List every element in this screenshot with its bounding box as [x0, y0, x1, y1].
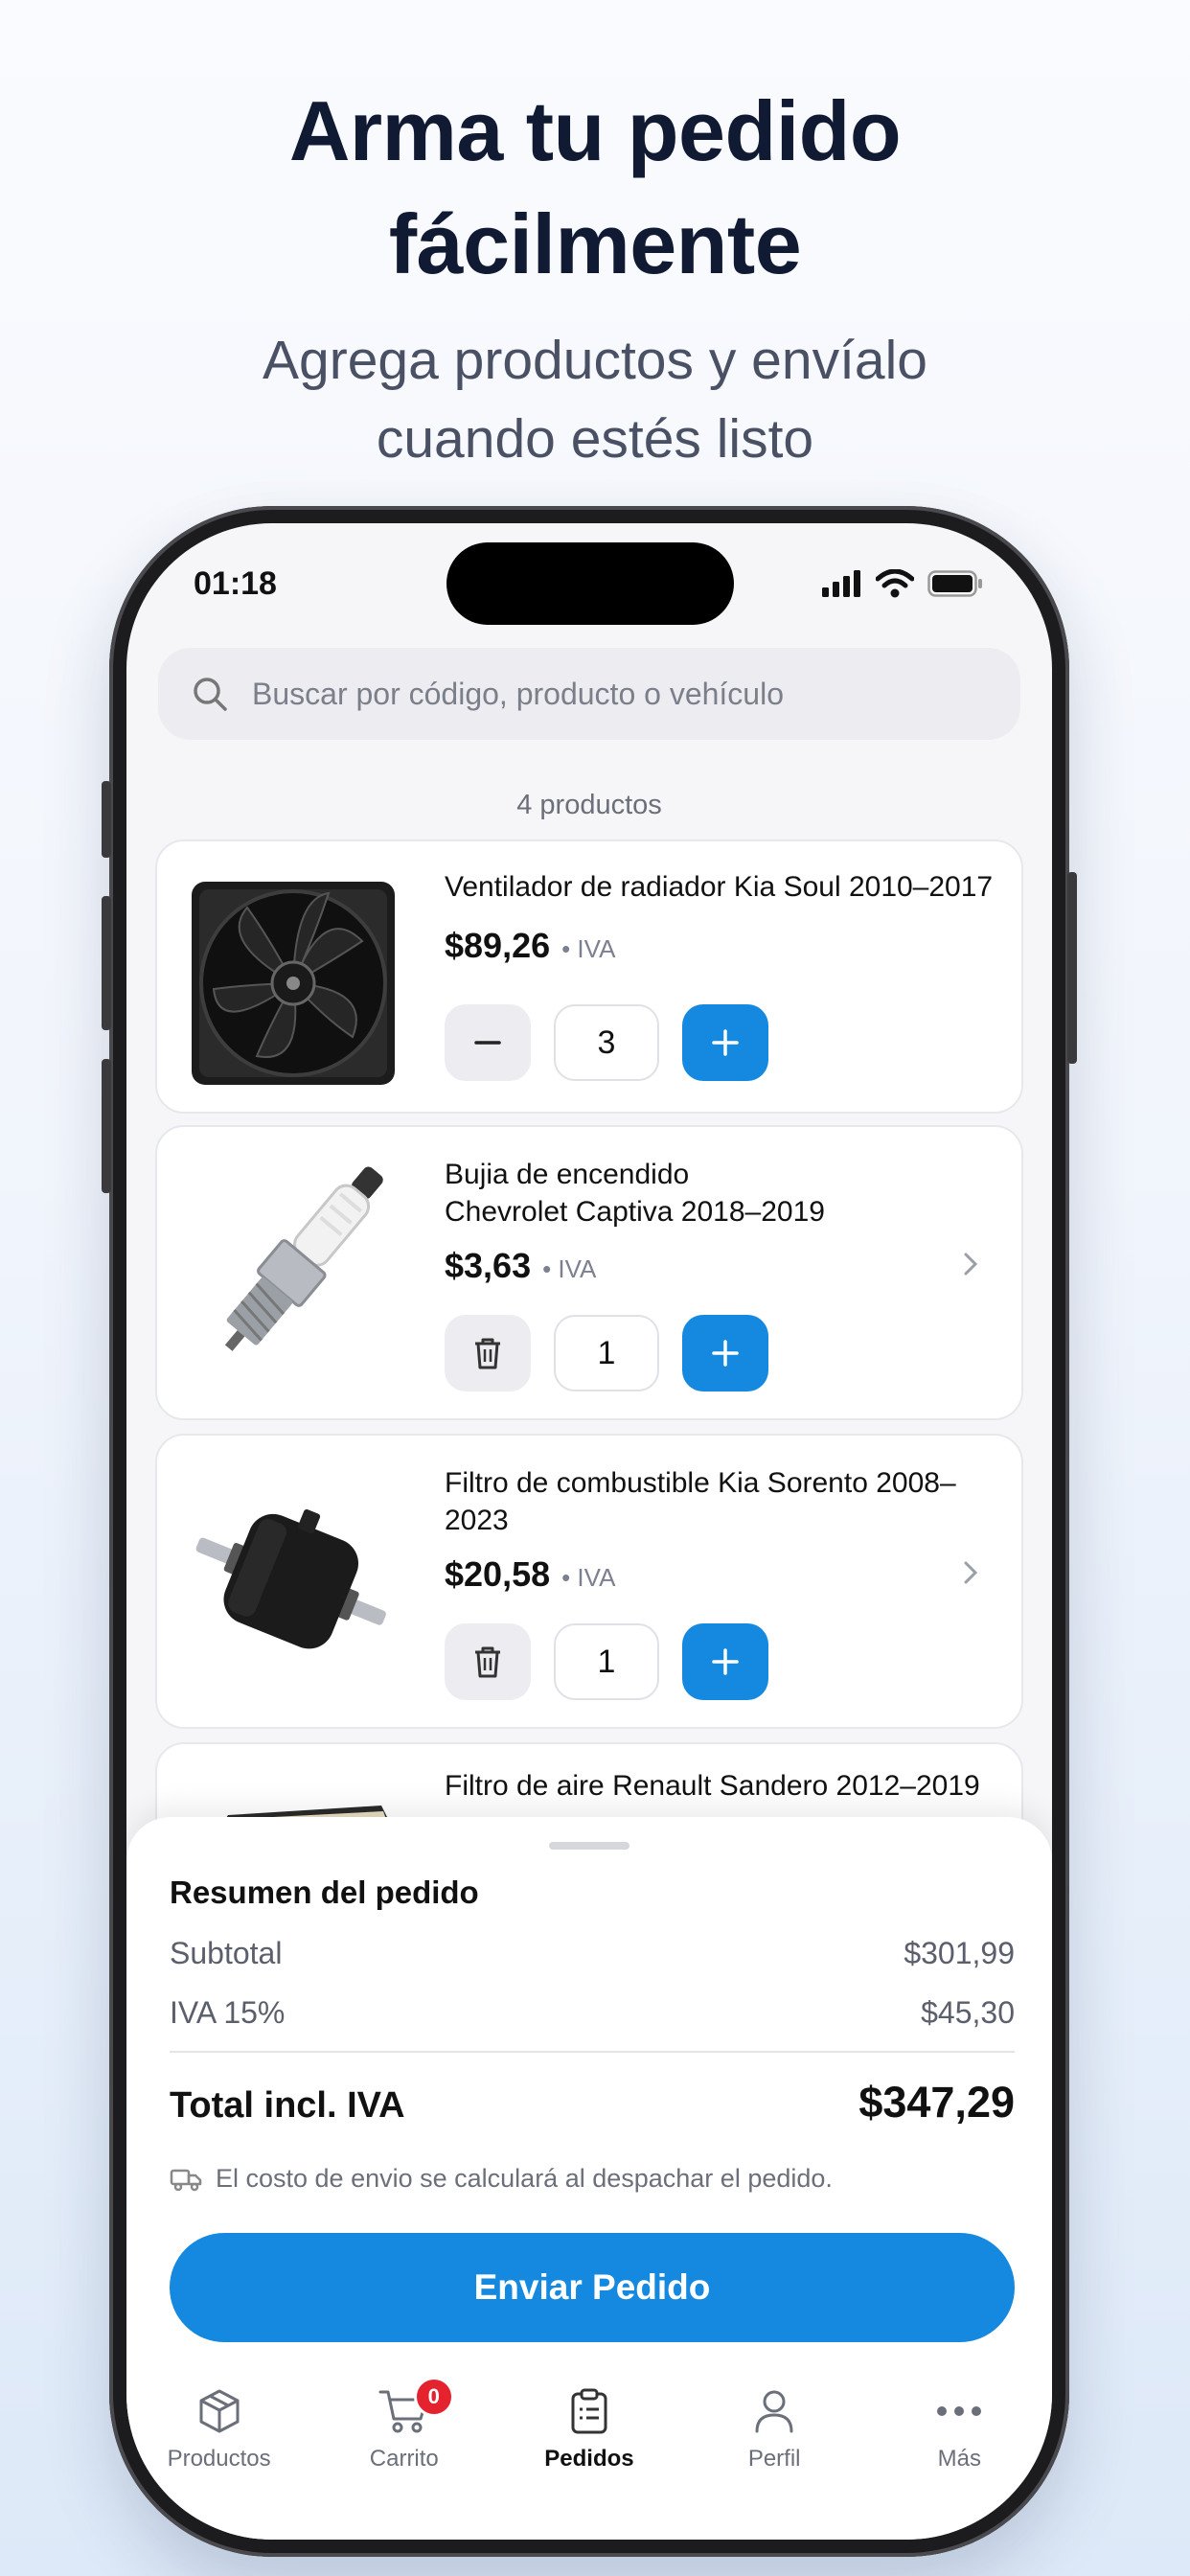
tax-label: IVA 15%	[170, 1995, 286, 2030]
status-bar: 01:18	[126, 523, 1052, 648]
plus-icon	[712, 1340, 739, 1367]
delete-button[interactable]	[445, 1315, 531, 1392]
product-name-line2: 2023	[445, 1505, 509, 1536]
tab-mas[interactable]: Más	[873, 2363, 1045, 2517]
summary-divider	[170, 2051, 1015, 2053]
product-card[interactable]: Bujia de encendido Chevrolet Captiva 201…	[155, 1125, 1023, 1420]
quantity-value[interactable]: 3	[554, 1004, 659, 1081]
increase-button[interactable]	[682, 1623, 768, 1700]
order-summary-sheet: Resumen del pedido Subtotal $301,99 IVA …	[126, 1817, 1052, 2540]
summary-title: Resumen del pedido	[170, 1874, 479, 1910]
send-order-button[interactable]: Enviar Pedido	[170, 2233, 1015, 2342]
product-name: Bujia de encendido Chevrolet Captiva 201…	[445, 1156, 825, 1230]
tax-row: IVA 15% $45,30	[170, 1995, 1015, 2031]
subtotal-row: Subtotal $301,99	[170, 1936, 1015, 1971]
search-icon	[194, 678, 227, 711]
total-label: Total incl. IVA	[170, 2085, 405, 2126]
battery-icon	[927, 570, 982, 597]
promo-subtitle-line2: cuando estés listo	[376, 408, 814, 470]
plus-icon	[712, 1029, 739, 1056]
quantity-stepper: 1	[445, 1623, 768, 1700]
spark-plug-image	[224, 1166, 383, 1351]
box-icon	[199, 2389, 240, 2433]
chevron-right-icon[interactable]	[958, 1560, 983, 1585]
decrease-button[interactable]	[445, 1004, 531, 1081]
shipping-note-text: El costo de envio se calculará al despac…	[216, 2164, 833, 2193]
promo-title: Arma tu pedido fácilmente	[0, 75, 1190, 301]
dynamic-island	[446, 542, 734, 625]
product-card[interactable]: Filtro de combustible Kia Sorento 2008– …	[155, 1434, 1023, 1729]
total-value: $347,29	[858, 2078, 1015, 2127]
product-name: Filtro de aire Renault Sandero 2012–2019	[445, 1770, 980, 1802]
wifi-icon	[876, 569, 914, 598]
radiator-fan-image	[192, 882, 395, 1085]
phone-volume-up	[102, 896, 111, 1030]
increase-button[interactable]	[682, 1315, 768, 1392]
product-price: $89,26	[445, 926, 551, 965]
minus-icon	[474, 1041, 501, 1045]
tab-pedidos[interactable]: Pedidos	[503, 2363, 675, 2517]
price-row: $3,63 • IVA	[445, 1246, 596, 1286]
total-row: Total incl. IVA $347,29	[170, 2078, 1015, 2128]
shipping-note: El costo de envio se calculará al despac…	[170, 2164, 833, 2194]
status-time: 01:18	[194, 565, 277, 602]
plus-icon	[712, 1648, 739, 1675]
product-name: Ventilador de radiador Kia Soul 2010–201…	[445, 871, 994, 903]
promo-subtitle: Agrega productos y envíalo cuando estés …	[0, 321, 1190, 478]
trash-icon	[475, 1646, 500, 1678]
promo-title-line2: fácilmente	[388, 196, 802, 291]
tab-label: Productos	[167, 2446, 271, 2472]
tax-label: • IVA	[542, 1254, 597, 1283]
fuel-filter-image	[195, 1508, 386, 1649]
tax-label: • IVA	[561, 934, 616, 963]
cart-badge: 0	[413, 2377, 454, 2417]
product-count: 4 productos	[516, 790, 662, 820]
tax-label: • IVA	[561, 1563, 616, 1592]
subtotal-value: $301,99	[904, 1936, 1015, 1970]
tab-label: Perfil	[747, 2446, 801, 2472]
tax-value: $45,30	[921, 1995, 1015, 2030]
product-card[interactable]: Ventilador de radiador Kia Soul 2010–201…	[155, 840, 1023, 1114]
price-row: $20,58 • IVA	[445, 1554, 615, 1595]
clipboard-icon	[571, 2388, 607, 2434]
phone-power-button	[1067, 872, 1077, 1064]
tab-bar: Productos 0 Carrito Pedidos Perfil Más	[126, 2363, 1052, 2517]
product-name-line2: Chevrolet Captiva 2018–2019	[445, 1196, 825, 1228]
increase-button[interactable]	[682, 1004, 768, 1081]
delete-button[interactable]	[445, 1623, 531, 1700]
quantity-stepper: 3	[445, 1004, 768, 1081]
quantity-stepper: 1	[445, 1315, 768, 1392]
chevron-right-icon[interactable]	[958, 1252, 983, 1276]
product-price: $3,63	[445, 1246, 532, 1285]
price-row: $89,26 • IVA	[445, 926, 615, 966]
search-input[interactable]: Buscar por código, producto o vehículo	[158, 648, 1020, 740]
quantity-value[interactable]: 1	[554, 1623, 659, 1700]
subtotal-label: Subtotal	[170, 1936, 283, 1970]
sheet-handle[interactable]	[549, 1842, 629, 1850]
search-placeholder: Buscar por código, producto o vehículo	[252, 676, 784, 711]
signal-icon	[822, 570, 860, 597]
product-name: Filtro de combustible Kia Sorento 2008– …	[445, 1464, 956, 1539]
tab-productos[interactable]: Productos	[133, 2363, 306, 2517]
user-icon	[755, 2390, 793, 2433]
status-icons	[822, 569, 983, 598]
tab-perfil[interactable]: Perfil	[688, 2363, 860, 2517]
phone-volume-down	[102, 1059, 111, 1193]
tab-label: Pedidos	[544, 2446, 634, 2472]
tab-label: Más	[937, 2446, 982, 2472]
phone-screen: 01:18 Buscar por código, producto o vehí…	[126, 523, 1052, 2540]
promo-subtitle-line1: Agrega productos y envíalo	[263, 330, 927, 391]
phone-side-button	[102, 781, 111, 858]
trash-icon	[475, 1338, 500, 1369]
quantity-value[interactable]: 1	[554, 1315, 659, 1392]
tab-label: Carrito	[369, 2446, 439, 2472]
product-price: $20,58	[445, 1554, 551, 1594]
promo-title-line1: Arma tu pedido	[288, 83, 902, 178]
more-icon	[937, 2406, 982, 2416]
truck-icon	[170, 2169, 202, 2191]
tab-carrito[interactable]: 0 Carrito	[318, 2363, 491, 2517]
product-name-line1: Filtro de combustible Kia Sorento 2008–	[445, 1467, 956, 1499]
product-name-line1: Bujia de encendido	[445, 1159, 690, 1190]
